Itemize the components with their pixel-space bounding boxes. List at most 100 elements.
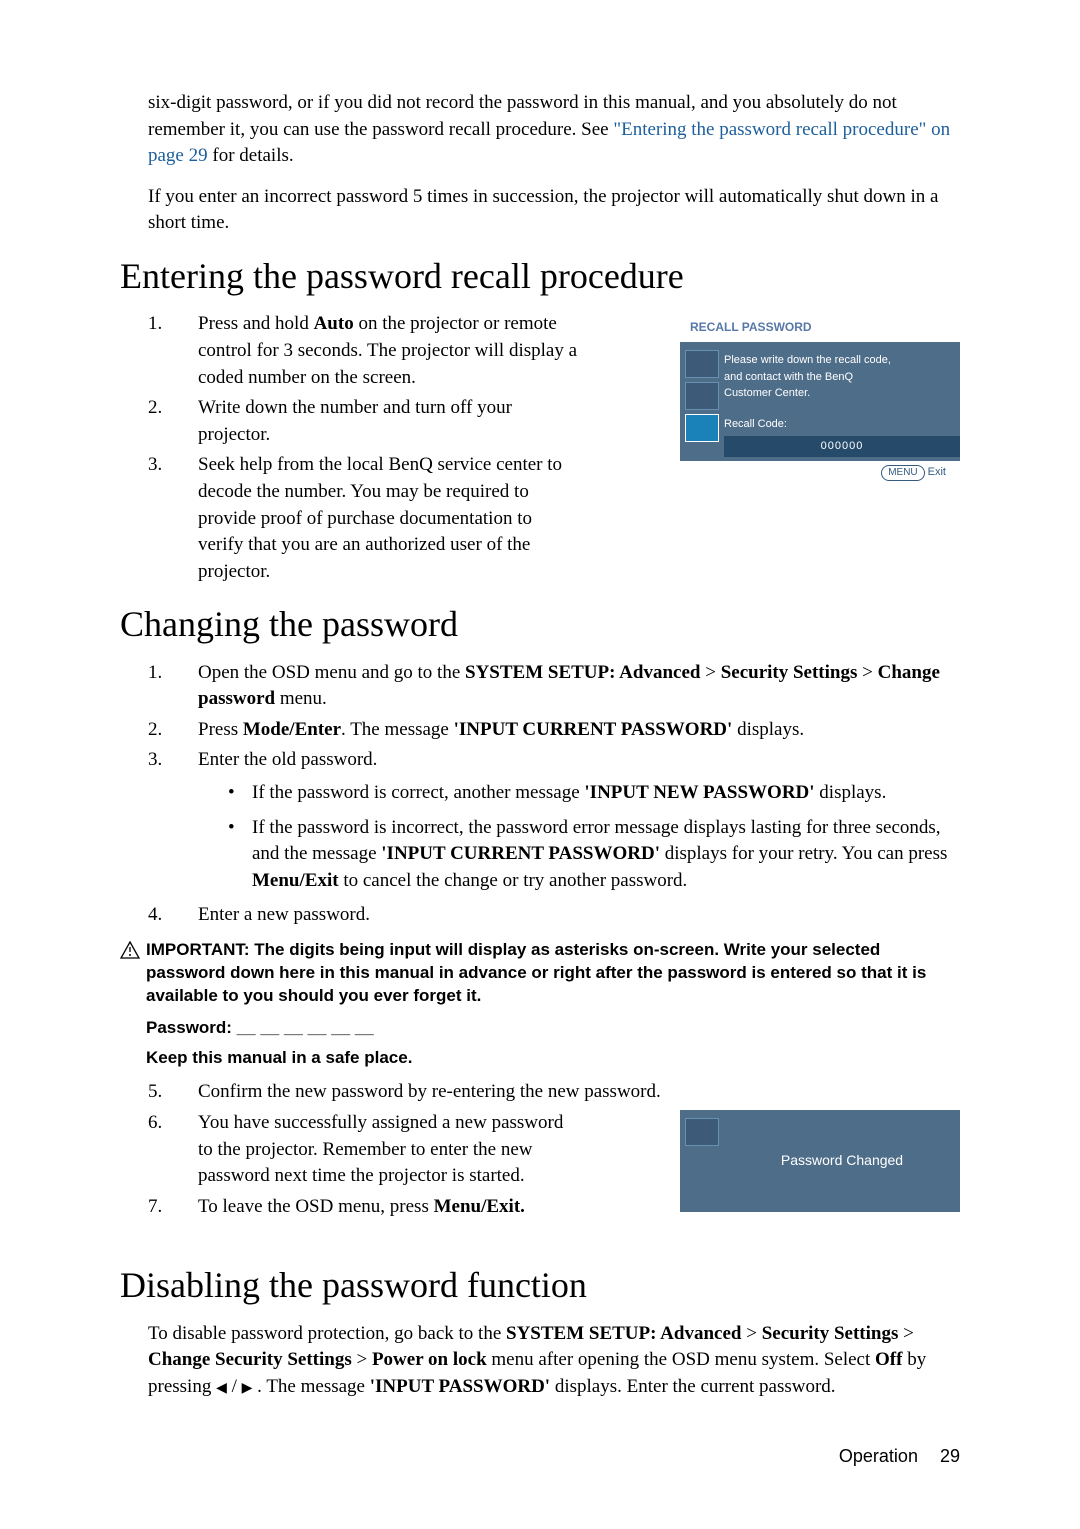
bullet-item: • If the password is correct, another me…: [228, 780, 960, 807]
bold-text: SYSTEM SETUP: Advanced: [465, 662, 700, 683]
text: . The message: [341, 719, 454, 740]
text: displays.: [815, 782, 887, 803]
page-content: six-digit password, or if you did not re…: [120, 90, 960, 1401]
text: to cancel the change or try another pass…: [339, 870, 688, 891]
panel-main: Please write down the recall code, and c…: [724, 342, 960, 461]
change-steps-5-7: 5. Confirm the new password by re-enteri…: [148, 1079, 960, 1106]
list-body: Open the OSD menu and go to the SYSTEM S…: [198, 660, 960, 713]
text: /: [227, 1376, 242, 1397]
text: >: [857, 662, 877, 683]
sidebar-box-active: [685, 414, 719, 442]
panel-sidebar: [680, 1110, 724, 1212]
text: To leave the OSD menu, press: [198, 1196, 434, 1217]
intro-paragraph-1: six-digit password, or if you did not re…: [148, 90, 960, 170]
footer-section: Operation: [839, 1446, 918, 1466]
text: >: [741, 1323, 761, 1344]
bold-text: Mode/Enter: [243, 719, 341, 740]
list-body: Seek help from the local BenQ service ce…: [198, 452, 578, 585]
text: To disable password protection, go back …: [148, 1323, 506, 1344]
list-item: 5. Confirm the new password by re-enteri…: [148, 1079, 960, 1106]
list-body: You have successfully assigned a new pas…: [198, 1110, 578, 1190]
password-changed-panel: Password Changed: [680, 1110, 960, 1212]
panel-main: Password Changed: [724, 1110, 960, 1212]
menu-pill: MENU: [881, 465, 924, 481]
right-arrow-icon: ▶: [242, 1381, 253, 1396]
intro-paragraph-2: If you enter an incorrect password 5 tim…: [148, 184, 960, 237]
recall-code-label: Recall Code:: [724, 416, 948, 433]
important-text: IMPORTANT: The digits being input will d…: [146, 939, 960, 1008]
list-number: 3.: [148, 452, 198, 585]
bold-text: Security Settings: [721, 662, 858, 683]
bold-text: Menu/Exit: [252, 870, 339, 891]
text: >: [352, 1349, 372, 1370]
panel-line: Customer Center.: [724, 385, 948, 402]
text: . The message: [252, 1376, 369, 1397]
recall-code-value: 000000: [724, 436, 960, 457]
important-note: IMPORTANT: The digits being input will d…: [120, 939, 960, 1008]
list-number: 2.: [148, 717, 198, 744]
change-steps-cont: 4. Enter a new password.: [148, 902, 960, 929]
heading-change: Changing the password: [120, 599, 960, 649]
panel-footer: MENU Exit: [680, 461, 960, 485]
bold-text: 'INPUT CURRENT PASSWORD': [381, 843, 660, 864]
text: displays.: [732, 719, 804, 740]
bold-text: Auto: [314, 313, 354, 334]
disable-paragraph: To disable password protection, go back …: [148, 1321, 960, 1401]
left-arrow-icon: ◀: [216, 1381, 227, 1396]
panel-sidebar: [680, 342, 724, 461]
text: menu.: [275, 688, 327, 709]
change-lower: 5. Confirm the new password by re-enteri…: [120, 1079, 960, 1220]
text: displays. Enter the current password.: [550, 1376, 835, 1397]
text: for details.: [208, 145, 294, 166]
bold-text: Off: [875, 1349, 902, 1370]
text: If the password is correct, another mess…: [252, 782, 584, 803]
bold-text: Menu/Exit.: [434, 1196, 525, 1217]
panel-line: Please write down the recall code,: [724, 352, 948, 369]
change-steps: 1. Open the OSD menu and go to the SYSTE…: [148, 660, 960, 774]
text: displays for your retry. You can press: [660, 843, 947, 864]
bullet-dot: •: [228, 815, 252, 895]
bullet-item: • If the password is incorrect, the pass…: [228, 815, 960, 895]
bold-text: 'INPUT NEW PASSWORD': [584, 782, 814, 803]
text: menu after opening the OSD menu system. …: [487, 1349, 875, 1370]
bold-text: Power on lock: [372, 1349, 487, 1370]
bold-text: Change Security Settings: [148, 1349, 352, 1370]
panel-body: Please write down the recall code, and c…: [680, 342, 960, 461]
list-body: Confirm the new password by re-entering …: [198, 1079, 960, 1106]
list-item: 1. Open the OSD menu and go to the SYSTE…: [148, 660, 960, 713]
recall-section: RECALL PASSWORD Please write down the re…: [120, 311, 960, 585]
list-item: 3. Enter the old password.: [148, 747, 960, 774]
recall-password-panel: RECALL PASSWORD Please write down the re…: [680, 313, 960, 484]
list-item: 2. Press Mode/Enter. The message 'INPUT …: [148, 717, 960, 744]
change-sub-bullets: • If the password is correct, another me…: [228, 780, 960, 894]
keep-manual-line: Keep this manual in a safe place.: [146, 1046, 960, 1070]
list-number: 4.: [148, 902, 198, 929]
step6-wrap: Password Changed 6. You have successfull…: [120, 1110, 960, 1220]
bold-text: Security Settings: [762, 1323, 899, 1344]
panel-line: and contact with the BenQ: [724, 369, 948, 386]
list-body: Press and hold Auto on the projector or …: [198, 311, 578, 391]
text: Press: [198, 719, 243, 740]
list-body: Enter a new password.: [198, 902, 960, 929]
sidebar-box: [685, 350, 719, 378]
warning-icon: [120, 939, 146, 1008]
list-number: 3.: [148, 747, 198, 774]
bold-text: SYSTEM SETUP: Advanced: [506, 1323, 741, 1344]
list-body: To leave the OSD menu, press Menu/Exit.: [198, 1194, 578, 1221]
bullet-dot: •: [228, 780, 252, 807]
list-body: Press Mode/Enter. The message 'INPUT CUR…: [198, 717, 960, 744]
list-body: Write down the number and turn off your …: [198, 395, 578, 448]
bullet-body: If the password is correct, another mess…: [252, 780, 886, 807]
list-number: 1.: [148, 660, 198, 713]
list-number: 1.: [148, 311, 198, 391]
exit-label: Exit: [928, 466, 946, 478]
heading-recall: Entering the password recall procedure: [120, 251, 960, 301]
text: >: [700, 662, 720, 683]
list-number: 5.: [148, 1079, 198, 1106]
page-footer: Operation29: [839, 1444, 960, 1469]
list-number: 2.: [148, 395, 198, 448]
sidebar-box: [685, 382, 719, 410]
password-blank-line: Password: __ __ __ __ __ __: [146, 1016, 960, 1040]
list-number: 7.: [148, 1194, 198, 1221]
bold-text: 'INPUT PASSWORD': [370, 1376, 550, 1397]
